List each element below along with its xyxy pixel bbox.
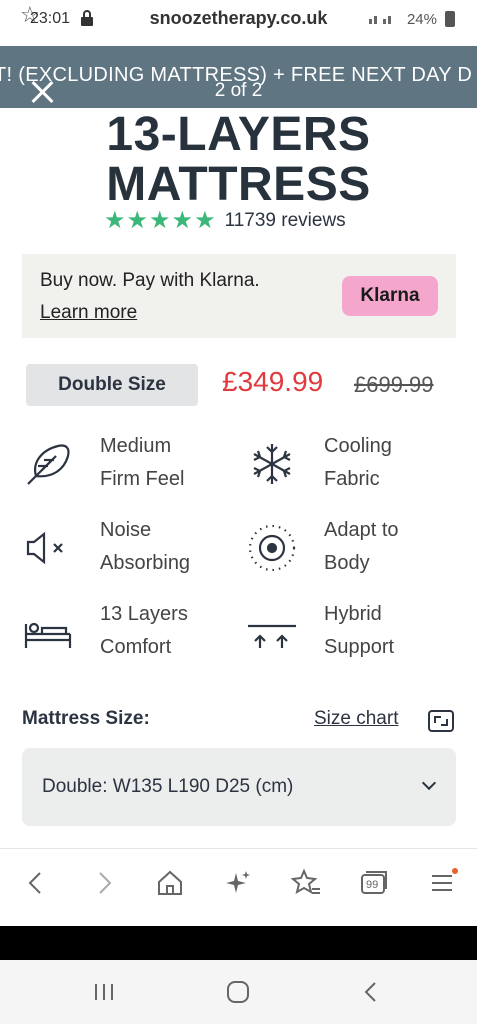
close-icon[interactable] [30, 80, 54, 104]
divider [0, 926, 477, 960]
tabs-count: 99 [366, 879, 379, 891]
old-price: £699.99 [354, 372, 434, 397]
product-title: 13-LAYERS MATTRESS [0, 110, 477, 210]
feature-medium-firm: Medium Firm Feel [22, 430, 222, 500]
select-value: Double: W135 L190 D25 (cm) [42, 776, 294, 797]
bed-icon [22, 606, 74, 658]
recent-apps-icon[interactable] [90, 980, 118, 1004]
browser-toolbar: 99 [0, 848, 477, 926]
snowflake-icon [246, 438, 298, 490]
klarna-text: Buy now. Pay with Klarna. [40, 270, 260, 291]
feature-label: Body [324, 552, 370, 574]
battery-level: 24% [406, 10, 437, 28]
title-line-1: 13-LAYERS [106, 108, 371, 161]
feature-label: 13 Layers [100, 603, 188, 625]
promo-banner: T! (EXCLUDING MATTRESS) + FREE NEXT DAY … [0, 46, 477, 108]
back-nav-icon[interactable] [358, 980, 386, 1004]
home-button-icon[interactable] [224, 980, 252, 1004]
rating-stars-icon: ★★★★★ [104, 207, 217, 234]
promo-counter: 2 of 2 [214, 80, 263, 101]
feature-label: Firm Feel [100, 468, 185, 490]
menu-icon[interactable] [426, 867, 458, 899]
size-button[interactable]: Double Size [26, 364, 198, 406]
status-indicators: 24% [368, 10, 455, 28]
chevron-down-icon [421, 775, 437, 791]
title-line-2: MATTRESS [106, 158, 371, 211]
system-nav-bar [0, 960, 477, 1024]
feather-icon [22, 438, 74, 490]
mute-icon [22, 522, 74, 574]
feature-label: Noise [100, 519, 152, 541]
feature-label: Fabric [324, 468, 380, 490]
support-arrows-icon [246, 606, 298, 658]
bookmarks-icon[interactable] [290, 867, 322, 899]
battery-icon [445, 11, 455, 27]
home-icon[interactable] [154, 867, 186, 899]
status-bar: ☆ 23:01 snoozetherapy.co.uk 24% [0, 0, 477, 46]
review-count: 11739 reviews [224, 209, 346, 231]
mattress-size-label: Mattress Size: [22, 708, 150, 729]
feature-label: Cooling [324, 435, 392, 457]
feature-adapt: Adapt to Body [246, 514, 446, 584]
feature-cooling: Cooling Fabric [246, 430, 446, 500]
signal-icon [368, 10, 399, 28]
current-price: £349.99 [222, 366, 324, 397]
klarna-learn-more-link[interactable]: Learn more [40, 302, 137, 324]
mattress-size-select[interactable]: Double: W135 L190 D25 (cm) [22, 748, 456, 826]
feature-label: Comfort [100, 636, 172, 658]
expand-icon[interactable] [428, 710, 454, 732]
feature-label: Adapt to [324, 519, 399, 541]
tabs-icon[interactable]: 99 [358, 867, 390, 899]
feature-layers: 13 Layers Comfort [22, 598, 222, 668]
feature-label: Support [324, 636, 395, 658]
feature-label: Absorbing [100, 552, 191, 574]
feature-hybrid: Hybrid Support [246, 598, 446, 668]
size-chart-link[interactable]: Size chart [314, 708, 398, 730]
target-icon [246, 522, 298, 574]
feature-noise: Noise Absorbing [22, 514, 222, 584]
klarna-box: Buy now. Pay with Klarna. Learn more Kla… [22, 254, 456, 338]
feature-label: Medium [100, 435, 172, 457]
back-icon[interactable] [20, 867, 52, 899]
sparkle-icon[interactable] [222, 867, 254, 899]
forward-icon[interactable] [88, 867, 120, 899]
rating[interactable]: ★★★★★ 11739 reviews [104, 206, 346, 235]
feature-label: Hybrid [324, 603, 382, 625]
klarna-badge: Klarna [342, 276, 438, 316]
